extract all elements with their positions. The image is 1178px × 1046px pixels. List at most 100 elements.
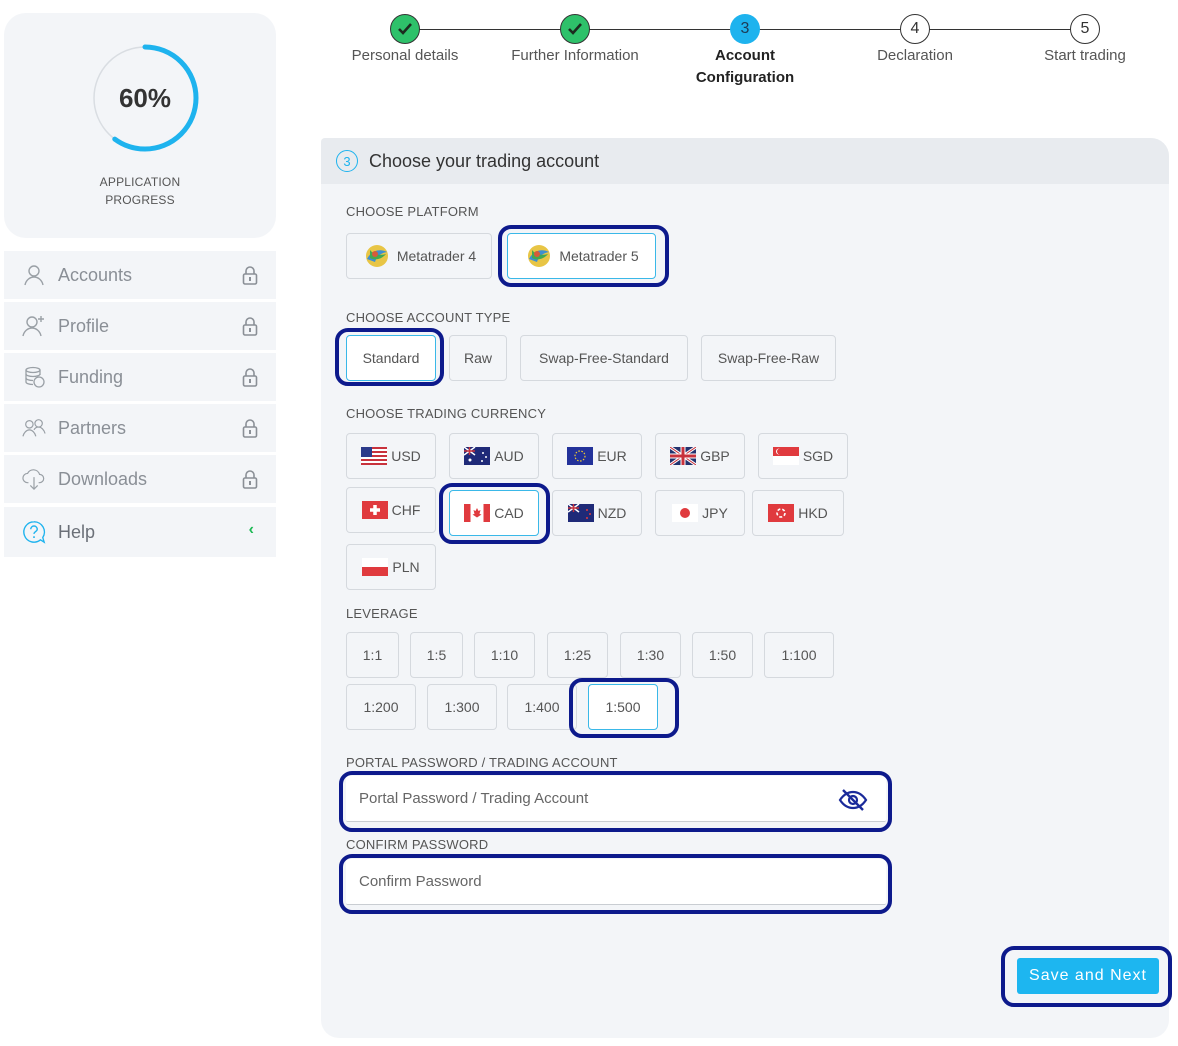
sidebar-item-label: Accounts xyxy=(58,264,133,285)
currency-sgd[interactable]: SGD xyxy=(758,433,848,479)
sidebar-item-funding[interactable]: Funding xyxy=(4,353,276,401)
step-personal-details[interactable]: Personal details xyxy=(320,14,490,67)
sidebar-item-label: Help xyxy=(58,521,96,542)
account-type-label: CHOOSE ACCOUNT TYPE xyxy=(346,310,511,325)
leverage-1-1[interactable]: 1:1 xyxy=(346,632,399,678)
leverage-1-10[interactable]: 1:10 xyxy=(474,632,535,678)
sidebar-item-accounts[interactable]: Accounts xyxy=(4,251,276,299)
platform-option-mt5[interactable]: Metatrader 5 xyxy=(507,233,656,279)
usa-flag-icon xyxy=(361,447,388,465)
currency-eur[interactable]: EUR xyxy=(552,433,642,479)
confirm-password-input[interactable] xyxy=(359,873,829,890)
leverage-1-30[interactable]: 1:30 xyxy=(620,632,681,678)
metatrader-icon xyxy=(365,245,388,267)
checkmark-icon xyxy=(390,14,420,44)
help-icon xyxy=(22,520,46,544)
step-label: Personal details xyxy=(351,47,459,64)
progress-stepper: Personal details Further Information 3 A… xyxy=(320,14,1170,94)
account-type-swap-free-raw[interactable]: Swap-Free-Raw xyxy=(701,335,836,381)
sidebar-item-label: Profile xyxy=(58,315,110,336)
sidebar-item-label: Downloads xyxy=(58,468,148,489)
metatrader-icon xyxy=(528,245,551,267)
step-label: Account Configuration xyxy=(695,47,795,86)
leverage-1-200[interactable]: 1:200 xyxy=(346,684,416,730)
sidebar-item-downloads[interactable]: Downloads xyxy=(4,455,276,503)
panel-header: 3 Choose your trading account xyxy=(321,138,1169,184)
currency-aud[interactable]: AUD xyxy=(449,433,539,479)
step-number: 5 xyxy=(1070,14,1100,44)
option-label: Metatrader 4 xyxy=(396,248,477,264)
account-type-standard[interactable]: Standard xyxy=(346,335,436,381)
lock-icon xyxy=(242,317,258,336)
password-field[interactable] xyxy=(346,776,886,822)
password-input[interactable] xyxy=(359,790,829,807)
cloud-download-icon xyxy=(22,467,46,491)
leverage-1-100[interactable]: 1:100 xyxy=(764,632,834,678)
leverage-1-25[interactable]: 1:25 xyxy=(547,632,608,678)
lock-icon xyxy=(242,266,258,285)
account-type-raw[interactable]: Raw xyxy=(449,335,507,381)
lock-icon xyxy=(242,419,258,438)
panel-step-number: 3 xyxy=(336,150,358,172)
eye-off-icon[interactable] xyxy=(838,788,868,812)
poland-flag-icon xyxy=(362,558,389,576)
sidebar-nav: Accounts Profile Funding Partners Downlo… xyxy=(4,251,276,560)
coins-icon xyxy=(22,365,46,389)
currency-usd[interactable]: USD xyxy=(346,433,436,479)
step-label: Declaration xyxy=(877,47,953,64)
sidebar-item-label: Funding xyxy=(58,366,124,387)
currency-pln[interactable]: PLN xyxy=(346,544,436,590)
step-label: Further Information xyxy=(511,47,639,64)
confirm-password-field[interactable] xyxy=(346,859,886,905)
currency-label: CHOOSE TRADING CURRENCY xyxy=(346,406,547,421)
platform-label: CHOOSE PLATFORM xyxy=(346,204,479,219)
currency-cad[interactable]: CAD xyxy=(449,490,539,536)
lock-icon xyxy=(242,470,258,489)
new-zealand-flag-icon xyxy=(567,504,594,522)
singapore-flag-icon xyxy=(772,447,799,465)
leverage-1-400[interactable]: 1:400 xyxy=(507,684,577,730)
users-icon xyxy=(22,416,46,440)
sidebar-item-partners[interactable]: Partners xyxy=(4,404,276,452)
leverage-label: LEVERAGE xyxy=(346,606,418,621)
step-account-configuration[interactable]: 3 Account Configuration xyxy=(660,14,830,89)
password-label: PORTAL PASSWORD / TRADING ACCOUNT xyxy=(346,755,618,770)
sidebar-item-label: Partners xyxy=(58,417,127,438)
eu-flag-icon xyxy=(567,447,594,465)
step-number: 3 xyxy=(730,14,760,44)
confirm-password-label: CONFIRM PASSWORD xyxy=(346,837,489,852)
step-declaration[interactable]: 4 Declaration xyxy=(830,14,1000,67)
application-progress-card: 60% APPLICATION PROGRESS xyxy=(4,13,276,238)
step-further-information[interactable]: Further Information xyxy=(490,14,660,67)
onboarding-page: 60% APPLICATION PROGRESS Accounts Profil… xyxy=(0,0,1178,1046)
currency-chf[interactable]: CHF xyxy=(346,487,436,533)
step-start-trading[interactable]: 5 Start trading xyxy=(1000,14,1170,67)
switzerland-flag-icon xyxy=(361,501,388,519)
leverage-1-300[interactable]: 1:300 xyxy=(427,684,497,730)
panel-title: Choose your trading account xyxy=(369,150,600,171)
leverage-1-500[interactable]: 1:500 xyxy=(588,684,658,730)
sidebar-item-help[interactable]: Help ‹ xyxy=(4,507,276,557)
uk-flag-icon xyxy=(670,447,697,465)
trading-account-panel: 3 Choose your trading account CHOOSE PLA… xyxy=(321,138,1172,1038)
account-type-swap-free-standard[interactable]: Swap-Free-Standard xyxy=(520,335,688,381)
currency-hkd[interactable]: HKD xyxy=(752,490,844,536)
platform-option-mt4[interactable]: Metatrader 4 xyxy=(346,233,492,279)
currency-nzd[interactable]: NZD xyxy=(552,490,642,536)
save-and-next-button[interactable]: Save and Next xyxy=(1017,958,1159,994)
leverage-1-5[interactable]: 1:5 xyxy=(410,632,463,678)
lock-icon xyxy=(242,368,258,387)
step-label: Start trading xyxy=(1044,47,1126,64)
leverage-1-50[interactable]: 1:50 xyxy=(692,632,753,678)
sidebar-item-profile[interactable]: Profile xyxy=(4,302,276,350)
progress-percent: 60% xyxy=(118,83,172,113)
japan-flag-icon xyxy=(672,504,699,522)
checkmark-icon xyxy=(560,14,590,44)
hong-kong-flag-icon xyxy=(768,504,795,522)
progress-label: APPLICATION PROGRESS xyxy=(99,175,181,207)
chevron-left-icon[interactable]: ‹ xyxy=(249,521,254,539)
canada-flag-icon xyxy=(464,504,491,522)
currency-jpy[interactable]: JPY xyxy=(655,490,745,536)
currency-gbp[interactable]: GBP xyxy=(655,433,745,479)
australia-flag-icon xyxy=(464,447,491,465)
